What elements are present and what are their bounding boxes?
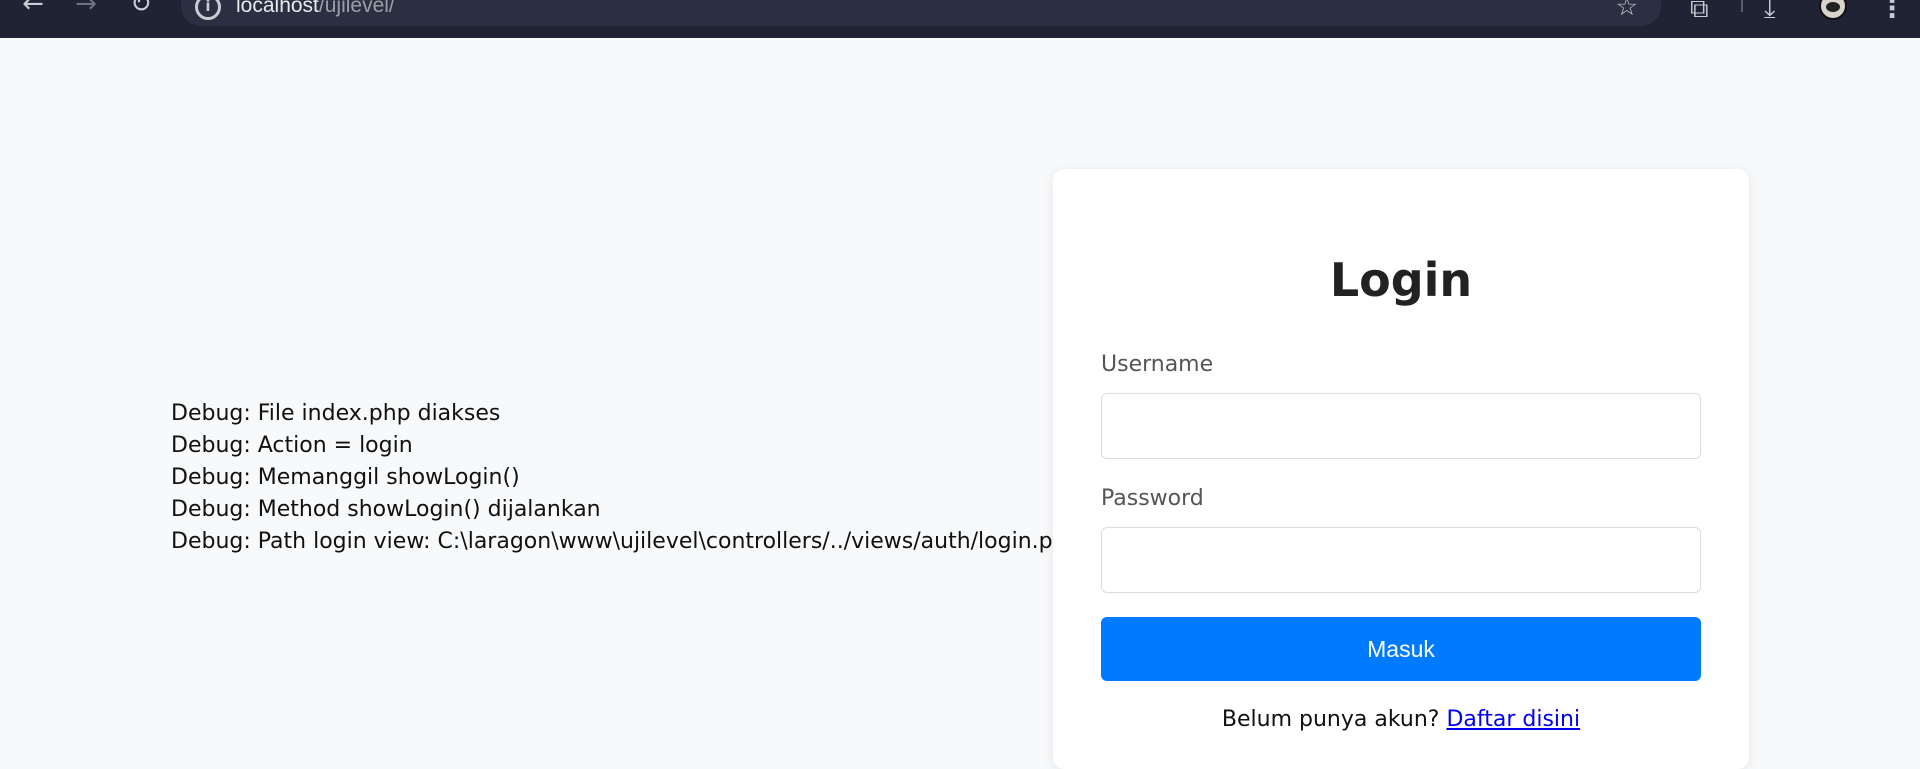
browser-toolbar: ← → ↻ i localhost/ujilevel/ ☆ ⧉ ⤓ ⋮	[0, 0, 1920, 38]
debug-line: Debug: Path login view: C:\laragon\www\u…	[171, 529, 1081, 554]
login-card: Login Username Password Masuk Belum puny…	[1053, 169, 1749, 769]
url-host: localhost	[236, 0, 319, 17]
password-label: Password	[1101, 486, 1204, 511]
toolbar-separator	[1741, 0, 1743, 12]
profile-avatar[interactable]	[1819, 0, 1847, 20]
forward-icon[interactable]: →	[71, 0, 101, 14]
debug-line: Debug: Method showLogin() dijalankan	[171, 497, 601, 522]
username-input[interactable]	[1101, 393, 1701, 459]
back-icon[interactable]: ←	[18, 0, 48, 14]
url-path: /ujilevel/	[318, 0, 395, 17]
download-icon[interactable]: ⤓	[1764, 0, 1776, 25]
debug-line: Debug: Action = login	[171, 433, 413, 458]
menu-icon[interactable]: ⋮	[1879, 0, 1905, 24]
bookmark-star-icon[interactable]: ☆	[1616, 0, 1638, 21]
login-submit-button[interactable]: Masuk	[1101, 617, 1701, 681]
username-label: Username	[1101, 352, 1214, 377]
password-input[interactable]	[1101, 527, 1701, 593]
login-title: Login	[1329, 253, 1473, 307]
extensions-icon[interactable]: ⧉	[1690, 0, 1709, 25]
register-link[interactable]: Daftar disini	[1446, 707, 1580, 732]
reload-icon[interactable]: ↻	[126, 0, 156, 14]
debug-output: Debug: File index.php diakses Debug: Act…	[171, 398, 1081, 558]
site-info-icon[interactable]: i	[195, 0, 221, 20]
register-prompt-line: Belum punya akun? Daftar disini	[1053, 707, 1749, 732]
address-bar[interactable]: i localhost/ujilevel/ ☆	[181, 0, 1661, 26]
register-prompt-text: Belum punya akun?	[1221, 707, 1440, 732]
debug-line: Debug: Memanggil showLogin()	[171, 465, 520, 490]
debug-line: Debug: File index.php diakses	[171, 401, 501, 426]
url-text[interactable]: localhost/ujilevel/	[236, 0, 395, 18]
